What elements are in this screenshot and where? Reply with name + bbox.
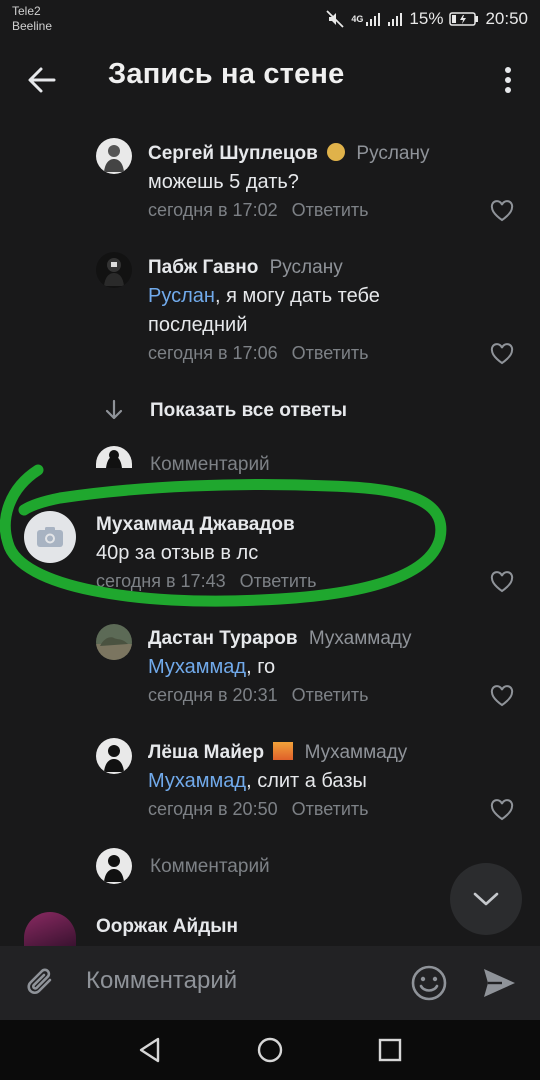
comment-meta: сегодня в 17:02 Ответить bbox=[148, 200, 369, 221]
camera-icon bbox=[37, 527, 63, 547]
avatar[interactable] bbox=[24, 511, 76, 563]
page-title: Запись на стене bbox=[108, 58, 345, 90]
comment-meta: сегодня в 17:43 Ответить bbox=[96, 571, 317, 592]
comment-author[interactable]: Мухаммад Джавадов bbox=[96, 514, 295, 536]
comment-author[interactable]: Ооржак Айдын bbox=[96, 916, 238, 938]
reply-to[interactable]: Мухаммаду bbox=[305, 742, 408, 763]
scroll-down-button[interactable] bbox=[450, 863, 522, 935]
comment-author[interactable]: Лёша Майер bbox=[148, 742, 264, 763]
comment-text: Мухаммад, го bbox=[148, 653, 275, 682]
avatar[interactable] bbox=[24, 912, 76, 946]
app-header: Запись на стене bbox=[0, 40, 540, 118]
like-heart-icon[interactable] bbox=[490, 571, 514, 593]
nav-recents-icon[interactable] bbox=[374, 1034, 406, 1066]
comment-author[interactable]: Пабж Гавно bbox=[148, 257, 258, 278]
comment-input[interactable]: Комментарий bbox=[86, 967, 237, 995]
reply-to[interactable]: Руслану bbox=[270, 257, 343, 278]
carrier-1: Tele2 bbox=[12, 4, 41, 18]
comment-author-line: Лёша Майер Мухаммаду bbox=[148, 742, 407, 764]
my-avatar bbox=[96, 848, 132, 884]
chevron-down-icon bbox=[473, 892, 499, 906]
comment-time: сегодня в 20:31 bbox=[148, 685, 278, 705]
reply-to[interactable]: Мухаммаду bbox=[309, 628, 412, 649]
comment-time: сегодня в 17:06 bbox=[148, 343, 278, 363]
arrow-down-icon[interactable] bbox=[102, 398, 126, 422]
reply-to[interactable]: Руслану bbox=[356, 143, 429, 164]
comment-body: , го bbox=[246, 656, 276, 678]
nav-back-icon[interactable] bbox=[134, 1034, 166, 1066]
sunset-emoji-icon bbox=[273, 742, 294, 760]
status-icons: 4G 15% 20:50 bbox=[325, 8, 528, 30]
mention-link[interactable]: Мухаммад bbox=[148, 770, 246, 792]
back-arrow-icon[interactable] bbox=[22, 60, 62, 100]
paperclip-icon[interactable] bbox=[24, 965, 60, 1001]
comment-meta: сегодня в 20:50 Ответить bbox=[148, 799, 369, 820]
reply-placeholder[interactable]: Комментарий bbox=[150, 454, 270, 474]
like-heart-icon[interactable] bbox=[490, 343, 514, 365]
avatar[interactable] bbox=[96, 624, 132, 660]
carrier-2: Beeline bbox=[12, 19, 53, 33]
signal-icon-2 bbox=[388, 13, 403, 26]
comment-text: Мухаммад, слит а базы bbox=[148, 767, 367, 796]
comment-author-line: Дастан Тураров Мухаммаду bbox=[148, 628, 412, 650]
comment-author[interactable]: Сергей Шуплецов bbox=[148, 143, 318, 164]
system-navigation-bar bbox=[0, 1020, 540, 1080]
verified-emoji-icon bbox=[327, 143, 346, 161]
status-bar: Tele2 Beeline 4G 15% 20:50 bbox=[0, 0, 540, 40]
comment-author-line: Пабж Гавно Руслану bbox=[148, 257, 343, 279]
battery-icon bbox=[449, 12, 479, 26]
comment-author[interactable]: Дастан Тураров bbox=[148, 628, 298, 649]
comment-composer: Комментарий bbox=[0, 946, 540, 1020]
reply-button[interactable]: Ответить bbox=[292, 799, 369, 819]
avatar[interactable] bbox=[96, 252, 132, 288]
reply-button[interactable]: Ответить bbox=[292, 685, 369, 705]
comment-body: , слит а базы bbox=[246, 770, 367, 792]
comment-time: сегодня в 17:02 bbox=[148, 200, 278, 220]
network-type: 4G bbox=[351, 14, 364, 24]
like-heart-icon[interactable] bbox=[490, 200, 514, 222]
reply-button[interactable]: Ответить bbox=[292, 343, 369, 363]
like-heart-icon[interactable] bbox=[490, 685, 514, 707]
nav-home-icon[interactable] bbox=[254, 1034, 286, 1066]
comment-text: Руслан, я могу дать тебе последний bbox=[148, 282, 448, 340]
emoji-icon[interactable] bbox=[410, 964, 448, 1002]
avatar[interactable] bbox=[96, 738, 132, 774]
carrier-info: Tele2 Beeline bbox=[12, 4, 52, 34]
comment-author-line: Сергей Шуплецов Руслану bbox=[148, 143, 430, 165]
like-heart-icon[interactable] bbox=[490, 799, 514, 821]
mention-link[interactable]: Мухаммад bbox=[148, 656, 246, 678]
mute-icon bbox=[326, 10, 345, 28]
comment-time: сегодня в 20:50 bbox=[148, 799, 278, 819]
comment-text: 40р за отзыв в лс bbox=[96, 542, 259, 564]
mention-link[interactable]: Руслан bbox=[148, 285, 215, 307]
comment-time: сегодня в 17:43 bbox=[96, 571, 226, 591]
more-options-icon[interactable] bbox=[498, 60, 518, 100]
comment-text: можешь 5 дать? bbox=[148, 171, 299, 193]
my-avatar bbox=[96, 446, 132, 468]
clock: 20:50 bbox=[485, 9, 528, 28]
avatar[interactable] bbox=[96, 138, 132, 174]
reply-button[interactable]: Ответить bbox=[292, 200, 369, 220]
comment-meta: сегодня в 17:06 Ответить bbox=[148, 343, 369, 364]
show-all-replies-button[interactable]: Показать все ответы bbox=[150, 400, 347, 422]
send-icon[interactable] bbox=[480, 964, 518, 1002]
reply-placeholder[interactable]: Комментарий bbox=[150, 856, 270, 878]
signal-icon bbox=[366, 13, 381, 26]
battery-percent: 15% bbox=[409, 9, 444, 28]
reply-button[interactable]: Ответить bbox=[240, 571, 317, 591]
comment-meta: сегодня в 20:31 Ответить bbox=[148, 685, 369, 706]
